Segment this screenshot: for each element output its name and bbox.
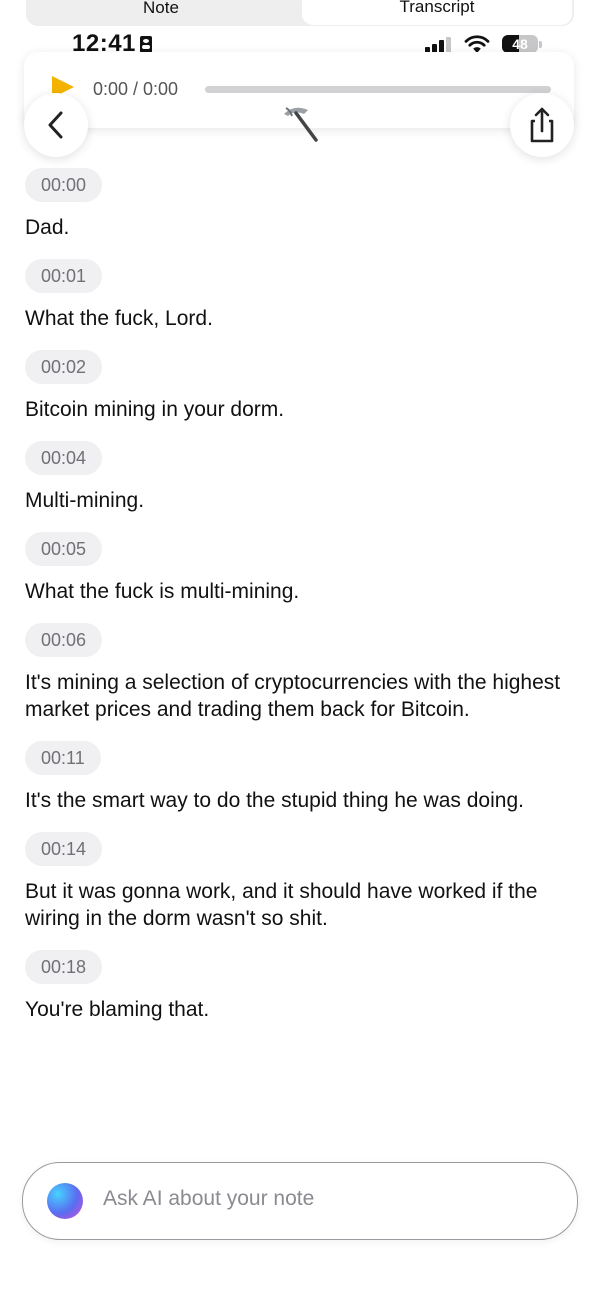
tab-note[interactable]: Note (26, 0, 296, 26)
timestamp-chip[interactable]: 00:11 (25, 741, 101, 775)
wifi-icon (464, 35, 490, 53)
contact-card-icon (140, 36, 152, 53)
pickaxe-icon (284, 107, 318, 142)
battery-percent: 48 (512, 36, 528, 52)
timestamp-chip[interactable]: 00:00 (25, 168, 103, 202)
timestamp-chip[interactable]: 00:05 (25, 532, 103, 566)
transcript-entry: 00:05 What the fuck is multi-mining. (25, 532, 565, 605)
player-time: 0:00 / 0:00 (93, 79, 179, 99)
transcript-entry: 00:01 What the fuck, Lord. (25, 259, 565, 332)
transcript-entry: 00:02 Bitcoin mining in your dorm. (25, 350, 565, 423)
ai-orb-icon (47, 1183, 83, 1219)
transcript-entry: 00:14 But it was gonna work, and it shoul… (25, 832, 565, 932)
ask-ai-placeholder: Ask AI about your note (103, 1187, 315, 1210)
chevron-left-icon (48, 111, 63, 139)
timestamp-chip[interactable]: 00:04 (25, 441, 103, 475)
transcript-entry: 00:11 It's the smart way to do the stupid… (25, 741, 565, 814)
transcript-text: You're blaming that. (25, 998, 210, 1021)
timestamp-chip[interactable]: 00:01 (25, 259, 103, 293)
timestamp-chip[interactable]: 00:02 (25, 350, 103, 384)
cellular-signal-icon (425, 37, 453, 53)
back-button[interactable] (24, 93, 88, 157)
transcript-text: It's the smart way to do the stupid thin… (25, 789, 524, 812)
transcript-entry: 00:00 Dad. (25, 168, 565, 241)
transcript-text: Dad. (25, 216, 70, 239)
transcript-entry: 00:18 You're blaming that. (25, 950, 565, 1023)
progress-bar[interactable] (205, 86, 551, 93)
transcript-entry: 00:06 It's mining a selection of cryptocu… (25, 623, 565, 723)
transcript-text: What the fuck is multi-mining. (25, 580, 300, 603)
transcript-text: Bitcoin mining in your dorm. (25, 398, 285, 421)
battery-tip (539, 41, 542, 48)
ask-ai-input[interactable]: Ask AI about your note (22, 1162, 578, 1240)
timestamp-chip[interactable]: 00:14 (25, 832, 103, 866)
timestamp-chip[interactable]: 00:06 (25, 623, 103, 657)
transcript-text: But it was gonna work, and it should hav… (25, 880, 538, 930)
transcript-text: It's mining a selection of cryptocurrenc… (25, 671, 561, 721)
timestamp-chip[interactable]: 00:18 (25, 950, 103, 984)
transcript-entry: 00:04 Multi-mining. (25, 441, 565, 514)
battery-icon: 48 (502, 35, 538, 53)
transcript-text: What the fuck, Lord. (25, 307, 213, 330)
share-icon (530, 107, 554, 143)
share-button[interactable] (510, 93, 574, 157)
transcript-text: Multi-mining. (25, 489, 145, 512)
tab-transcript[interactable]: Transcript (302, 0, 572, 25)
transcript-list: 00:00 Dad. 00:01 What the fuck, Lord. 00:02 B… (25, 168, 565, 1041)
note-transcript-tabs: Note Transcript (26, 0, 574, 26)
